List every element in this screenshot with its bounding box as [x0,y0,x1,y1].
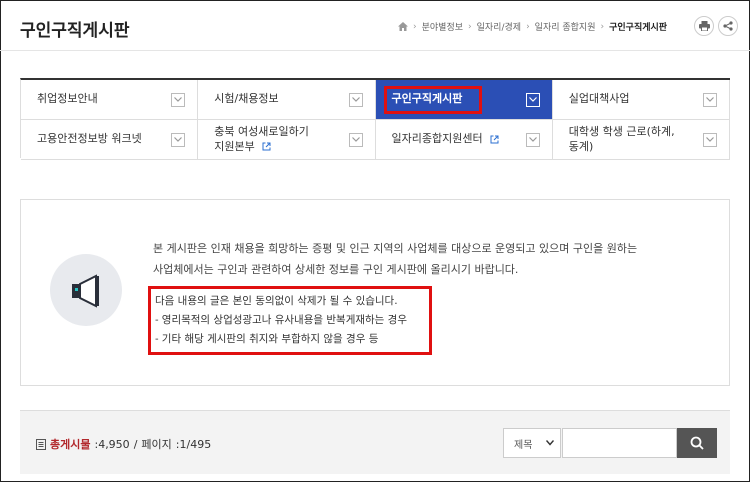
chevron-down-icon[interactable] [703,132,717,147]
header-divider [0,50,750,51]
search-icon [690,436,704,450]
search-button[interactable] [677,428,717,458]
menu-item-label-text: 일자리종합지원센터 [391,132,483,146]
list-toolbar: 총게시물 :4,950 / 페이지 :1/495 제목 [20,410,730,474]
warning-title: 다음 내용의 글은 본인 동의없이 삭제가 될 수 있습니다. [155,295,398,307]
home-icon[interactable] [398,22,408,31]
notice-description: 본 게시판은 인재 채용을 희망하는 증평 및 인근 지역의 사업체를 대상으로… [153,238,693,280]
breadcrumb: › 분야별정보 › 일자리/경제 › 일자리 종합지원 › 구인구직게시판 [398,20,667,33]
menu-item-job-center[interactable]: 일자리종합지원센터 [375,120,553,160]
warning-box: 다음 내용의 글은 본인 동의없이 삭제가 될 수 있습니다. - 영리목적의 … [148,286,432,355]
breadcrumb-current: 구인구직게시판 [609,23,668,33]
search-field-select[interactable]: 제목 [503,428,561,458]
chevron-right-icon: › [600,21,605,32]
chevron-down-icon[interactable] [525,132,540,147]
megaphone-icon [50,254,122,326]
menu-item-exam-recruit[interactable]: 시험/채용정보 [198,80,376,120]
notice-box: 본 게시판은 인재 채용을 희망하는 증평 및 인근 지역의 사업체를 대상으로… [20,199,730,386]
breadcrumb-item[interactable]: 일자리/경제 [477,20,521,33]
menu-item-label: 시험/채용정보 [214,92,279,106]
share-icon [723,21,733,31]
chevron-right-icon: › [413,21,417,32]
share-button[interactable] [718,16,738,36]
page-value: :1/495 [175,437,212,451]
menu-item-label-line: 충북 여성새로일하기 [214,124,309,138]
total-posts-value: :4,950 [94,437,130,451]
count-separator: / [133,437,138,451]
menu-item-women-center[interactable]: 충북 여성새로일하기 지원본부 [198,120,376,160]
breadcrumb-item[interactable]: 분야별정보 [422,20,463,33]
page-label: 페이지 [141,438,172,451]
chevron-down-icon[interactable] [348,92,363,107]
notice-line: 본 게시판은 인재 채용을 희망하는 증평 및 인근 지역의 사업체를 대상으로… [153,242,638,255]
chevron-down-icon[interactable] [348,132,363,147]
menu-item-label: 구인구직게시판 [391,92,463,106]
menu-item-worknet[interactable]: 고용안전정보방 워크넷 [21,120,199,160]
warning-item: - 영리목적의 상업성광고나 유사내용을 반복게재하는 경우 [155,314,407,326]
external-link-icon [490,135,499,144]
total-posts-label: 총게시물 [50,438,91,451]
menu-item-label-line: 대학생 학생 근로(하계, [568,124,675,138]
chevron-down-icon [546,440,554,446]
notice-line: 사업체에서는 구인과 관련하여 상세한 정보를 구인 게시판에 올리시기 바랍니… [153,263,519,276]
menu-item-unemployment[interactable]: 실업대책사업 [552,80,730,120]
menu-item-label-line: 동계) [568,139,594,153]
print-icon [698,21,710,31]
chevron-right-icon: › [468,21,472,32]
post-count: 총게시물 :4,950 / 페이지 :1/495 [36,436,211,452]
breadcrumb-item[interactable]: 일자리 종합지원 [535,20,596,33]
chevron-down-icon[interactable] [171,132,186,147]
menu-item-student-work[interactable]: 대학생 학생 근로(하계, 동계) [552,120,730,160]
warning-item-text: 기타 해당 게시판의 취지와 부합하지 않을 경우 등 [161,333,379,345]
menu-item-label: 충북 여성새로일하기 지원본부 [214,125,309,155]
search-input[interactable] [562,428,677,458]
chevron-right-icon: › [526,21,530,32]
chevron-down-icon[interactable] [703,92,717,107]
menu-item-label-line: 지원본부 [214,139,255,153]
warning-item-text: 영리목적의 상업성광고나 유사내용을 반복게재하는 경우 [161,314,407,326]
menu-item-job-info[interactable]: 취업정보안내 [21,80,199,120]
menu-item-job-board[interactable]: 구인구직게시판 [375,80,553,120]
external-link-icon [262,142,271,151]
menu-item-label: 대학생 학생 근로(하계, 동계) [569,125,675,155]
chevron-down-icon[interactable] [525,92,540,107]
search-field-value: 제목 [514,439,533,451]
menu-item-label: 고용안전정보방 워크넷 [37,132,142,146]
page-title: 구인구직게시판 [20,21,130,41]
menu-item-label: 일자리종합지원센터 [392,132,500,147]
menu-item-label: 취업정보안내 [37,92,98,106]
warning-item: - 기타 해당 게시판의 취지와 부합하지 않을 경우 등 [155,333,379,345]
chevron-down-icon[interactable] [171,92,186,107]
print-button[interactable] [694,16,714,36]
submenu-grid: 취업정보안내 시험/채용정보 구인구직게시판 실업대책사업 고용안전정보방 워크… [20,78,730,160]
document-icon [36,438,46,450]
menu-item-label: 실업대책사업 [568,92,630,106]
